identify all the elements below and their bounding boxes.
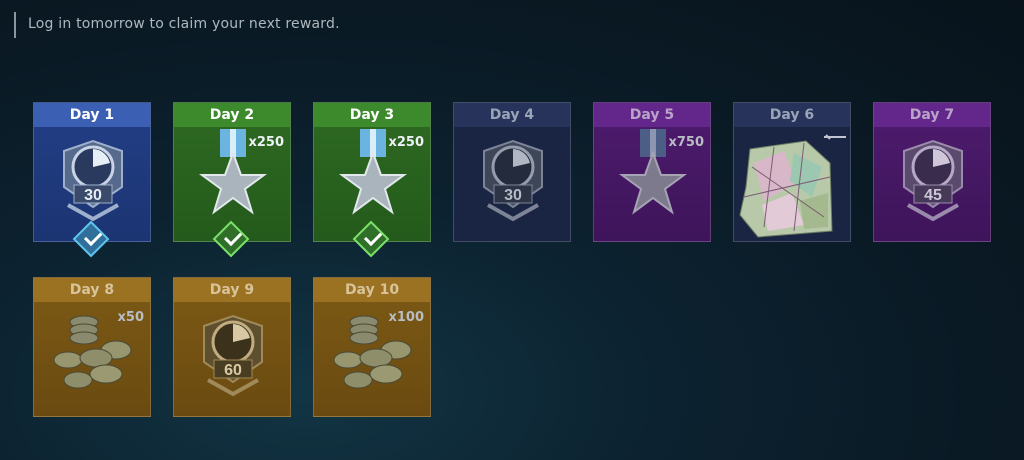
reward-card-day-9[interactable]: Day 9 60 [173,277,291,417]
reward-card-day-10[interactable]: Day 10 x100 [313,277,431,417]
daily-rewards-grid: Day 1 30 Day 2 x250 Day 3 x250 Day 4 30 … [33,102,993,422]
coins-icon [53,315,132,389]
day-label: Day 9 [174,278,290,302]
reward-card-day-8[interactable]: Day 8 x50 [33,277,151,417]
day-label: Day 2 [174,103,290,127]
boost-value: 30 [504,187,522,204]
notice-divider [14,12,16,38]
reward-card-day-4[interactable]: Day 4 30 [453,102,571,242]
notice-text: Log in tomorrow to claim your next rewar… [28,16,340,32]
xp-boost-icon: 45 [903,139,963,222]
reward-card-day-7[interactable]: Day 7 45 [873,102,991,242]
boost-value: 30 [84,187,102,204]
medal-icon [618,129,688,215]
day-label: Day 4 [454,103,570,127]
xp-boost-icon: 30 [483,139,543,222]
day-label: Day 6 [734,103,850,127]
day-label: Day 10 [314,278,430,302]
day-label: Day 1 [34,103,150,127]
coins-icon [333,315,412,389]
weapon-skin-icon [739,134,846,238]
boost-value: 45 [924,187,942,204]
day-label: Day 3 [314,103,430,127]
reward-card-day-5[interactable]: Day 5 x750 [593,102,711,242]
xp-boost-icon: 60 [203,314,263,397]
day-label: Day 5 [594,103,710,127]
day-label: Day 8 [34,278,150,302]
boost-value: 60 [224,362,242,379]
reward-card-day-6[interactable]: Day 6 [733,102,851,242]
day-label: Day 7 [874,103,990,127]
